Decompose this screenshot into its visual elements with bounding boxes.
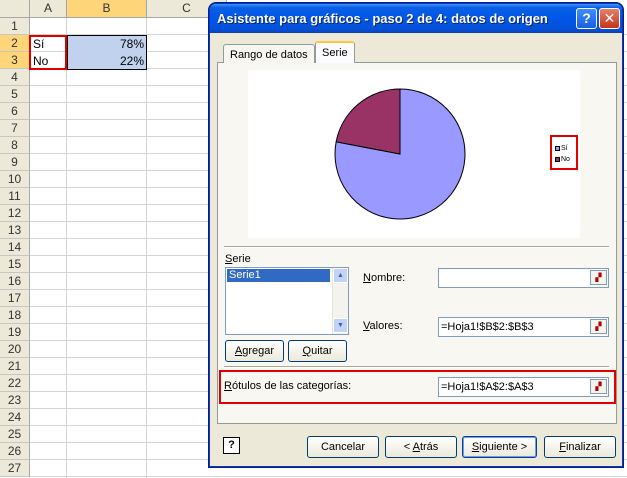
tab-rango-de-datos[interactable]: Rango de datos (223, 44, 315, 63)
nombre-label: Nombre: (363, 272, 406, 284)
cancelar-button[interactable]: Cancelar (307, 436, 379, 458)
row-header-7[interactable]: 7 (0, 120, 30, 137)
cell-a2[interactable]: Sí (30, 36, 67, 53)
row-header-15[interactable]: 15 (0, 256, 30, 273)
dialog-title: Asistente para gráficos - paso 2 de 4: d… (217, 11, 548, 26)
row-header-18[interactable]: 18 (0, 307, 30, 324)
column-header-a[interactable]: A (30, 0, 67, 18)
nombre-field[interactable] (438, 268, 609, 288)
rotulos-label: Rótulos de las categorías: (224, 380, 352, 392)
legend-item-si: Sí (555, 145, 568, 153)
legend-label-si: Sí (561, 145, 568, 152)
row-header-13[interactable]: 13 (0, 222, 30, 239)
help-icon[interactable]: ? (576, 8, 597, 29)
row-header-11[interactable]: 11 (0, 188, 30, 205)
rotulos-field[interactable]: =Hoja1!$A$2:$A$3 (438, 377, 609, 397)
nombre-collapse-icon[interactable]: ▞ (590, 270, 607, 285)
row-header-26[interactable]: 26 (0, 443, 30, 460)
row-header-25[interactable]: 25 (0, 426, 30, 443)
row-header-6[interactable]: 6 (0, 103, 30, 120)
help-button-icon[interactable]: ? (223, 437, 240, 454)
cell-b2[interactable]: 78% (67, 36, 147, 53)
legend-item-no: No (555, 156, 570, 164)
row-header-1[interactable]: 1 (0, 18, 30, 35)
row-header-21[interactable]: 21 (0, 358, 30, 375)
finalizar-button[interactable]: Finalizar (544, 436, 616, 458)
row-header-27[interactable]: 27 (0, 460, 30, 477)
close-icon[interactable]: ✕ (599, 8, 620, 29)
serie-label: Serie (225, 253, 251, 265)
row-header-12[interactable]: 12 (0, 205, 30, 222)
valores-field[interactable]: =Hoja1!$B$2:$B$3 (438, 317, 609, 337)
row-header-4[interactable]: 4 (0, 69, 30, 86)
valores-label: Valores: (363, 320, 403, 332)
chart-wizard-dialog: Asistente para gráficos - paso 2 de 4: d… (209, 3, 623, 467)
cell-b3[interactable]: 22% (67, 53, 147, 70)
rotulos-collapse-icon[interactable]: ▞ (590, 379, 607, 394)
valores-collapse-icon[interactable]: ▞ (590, 319, 607, 334)
row-header-17[interactable]: 17 (0, 290, 30, 307)
quitar-button[interactable]: Quitar (288, 340, 347, 362)
row-header-19[interactable]: 19 (0, 324, 30, 341)
legend-swatch-si (555, 145, 560, 151)
chart-legend: Sí No (550, 135, 578, 170)
row-header-23[interactable]: 23 (0, 392, 30, 409)
row-header-3[interactable]: 3 (0, 52, 30, 69)
series-listbox[interactable]: Serie1 ▲ ▼ (225, 267, 349, 335)
row-header-5[interactable]: 5 (0, 86, 30, 103)
agregar-button[interactable]: Agregar (225, 340, 284, 362)
dialog-titlebar[interactable]: Asistente para gráficos - paso 2 de 4: d… (210, 4, 622, 33)
separator (224, 246, 609, 248)
column-header-b[interactable]: B (67, 0, 147, 18)
atras-button[interactable]: < Atrás (385, 436, 457, 458)
legend-swatch-no (555, 156, 560, 162)
pie-chart (334, 88, 466, 220)
chart-preview (248, 70, 580, 238)
row-header-10[interactable]: 10 (0, 171, 30, 188)
scroll-up-icon[interactable]: ▲ (333, 268, 348, 283)
row-header-22[interactable]: 22 (0, 375, 30, 392)
legend-label-no: No (561, 156, 570, 163)
row-header-24[interactable]: 24 (0, 409, 30, 426)
series-list-scrollbar[interactable]: ▲ ▼ (332, 268, 348, 334)
row-header-9[interactable]: 9 (0, 154, 30, 171)
separator (224, 366, 609, 368)
row-header-2[interactable]: 2 (0, 35, 30, 52)
row-header-16[interactable]: 16 (0, 273, 30, 290)
siguiente-button[interactable]: Siguiente > (462, 436, 537, 458)
scroll-down-icon[interactable]: ▼ (333, 318, 348, 333)
series-list-item[interactable]: Serie1 (227, 269, 330, 282)
row-header-14[interactable]: 14 (0, 239, 30, 256)
row-header-20[interactable]: 20 (0, 341, 30, 358)
row-header-8[interactable]: 8 (0, 137, 30, 154)
tab-serie[interactable]: Serie (315, 41, 355, 63)
cell-a3[interactable]: No (30, 53, 67, 70)
select-all-corner[interactable] (0, 0, 30, 18)
